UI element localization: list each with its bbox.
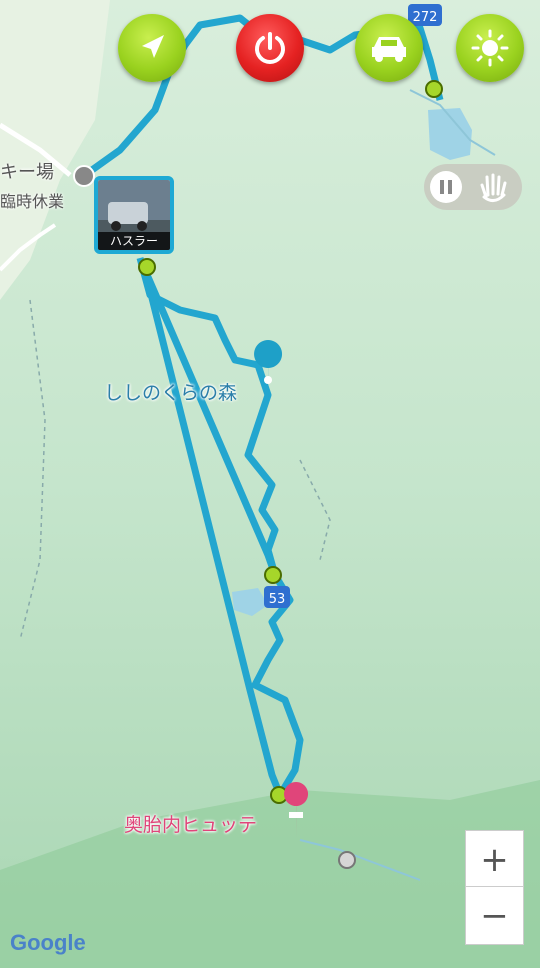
zoom-in-button[interactable]: + xyxy=(465,830,524,889)
hand-icon[interactable] xyxy=(474,167,514,207)
forest-label: ししのくらの森 xyxy=(104,382,238,404)
checkpoint-marker[interactable] xyxy=(425,80,443,98)
waypoint-marker[interactable] xyxy=(338,851,356,869)
route-272-label: 272 xyxy=(413,10,438,25)
vehicle-avatar[interactable]: ハスラー xyxy=(94,176,174,254)
ski-area-label: キー場 xyxy=(0,162,54,183)
power-icon xyxy=(255,32,285,64)
google-logo: Google xyxy=(10,930,86,955)
map-canvas[interactable]: 53 272 xyxy=(0,0,540,968)
ski-area-status-label: 臨時休業 xyxy=(0,192,65,211)
brightness-button[interactable] xyxy=(456,14,524,82)
navigate-button[interactable] xyxy=(118,14,186,82)
hut-label: 奥胎内ヒュッテ xyxy=(124,814,258,836)
car-mode-button[interactable] xyxy=(355,14,423,82)
pause-icon[interactable] xyxy=(430,171,462,203)
sun-icon xyxy=(471,29,509,67)
car-icon xyxy=(372,37,406,62)
bed-icon xyxy=(289,812,303,818)
power-button[interactable] xyxy=(236,14,304,82)
tracking-toggle[interactable] xyxy=(424,164,522,210)
route-53-label: 53 xyxy=(269,592,286,607)
checkpoint-marker[interactable] xyxy=(264,566,282,584)
vehicle-label: ハスラー xyxy=(98,232,170,250)
zoom-out-button[interactable]: − xyxy=(465,886,524,945)
navigation-arrow-icon xyxy=(142,35,164,58)
ski-area-pin-icon[interactable] xyxy=(73,165,95,187)
forest-pin-dot xyxy=(264,376,272,384)
checkpoint-marker[interactable] xyxy=(138,258,156,276)
